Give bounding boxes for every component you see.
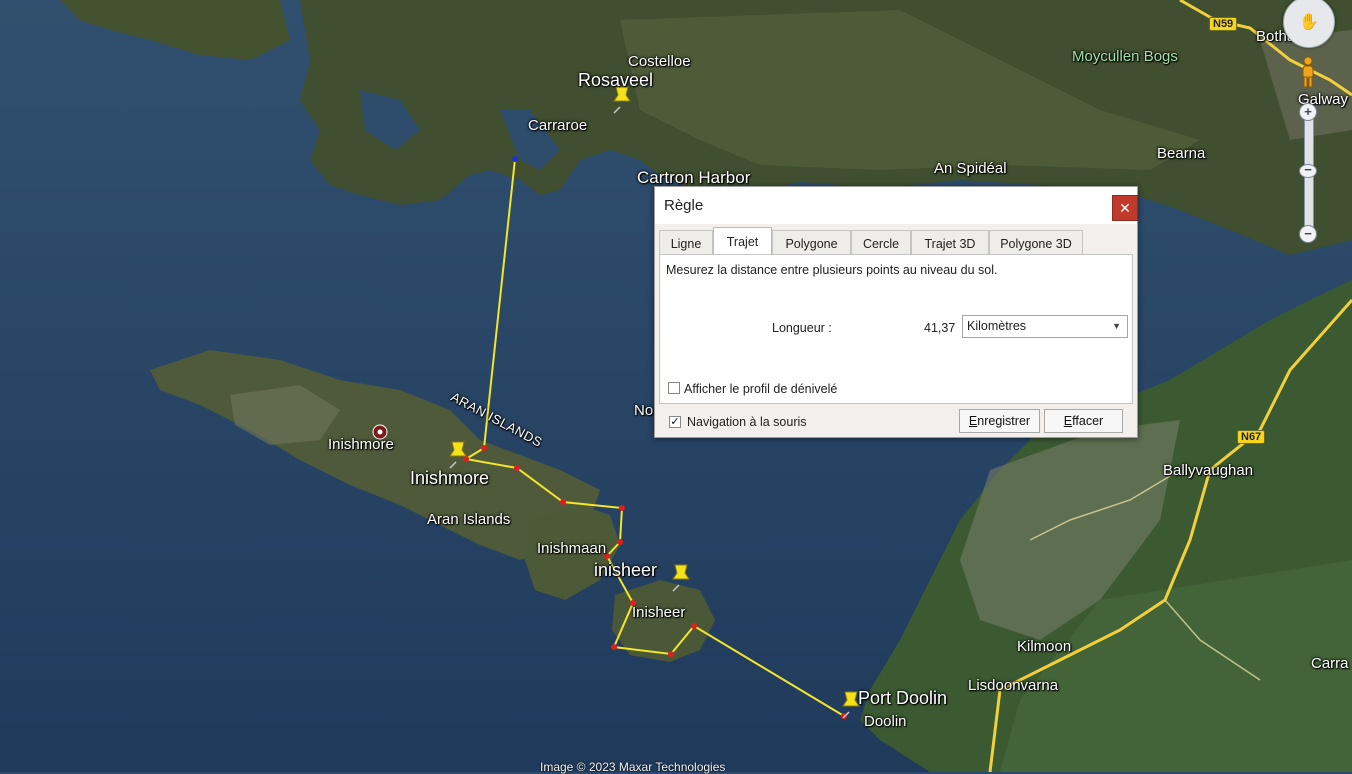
place-label-inisheer-pin: inisheer xyxy=(594,560,658,580)
dialog-titlebar[interactable]: Règle ✕ xyxy=(655,187,1138,224)
place-label-ballyvaughan: Ballyvaughan xyxy=(1163,462,1254,479)
place-label-lisdoonvarna: Lisdoonvarna xyxy=(968,677,1059,694)
elevation-profile-label[interactable]: Afficher le profil de dénivelé xyxy=(684,382,837,396)
tab-trajet-3d[interactable]: Trajet 3D xyxy=(911,230,989,254)
clear-button[interactable]: Effacer xyxy=(1044,409,1123,433)
zoom-in-button[interactable]: + xyxy=(1299,103,1317,121)
place-label-moycullen-bogs: Moycullen Bogs xyxy=(1072,48,1178,65)
chevron-down-icon: ▼ xyxy=(1112,321,1121,331)
route-start-point xyxy=(512,156,518,162)
instructions-text: Mesurez la distance entre plusieurs poin… xyxy=(666,263,998,277)
mouse-navigation-label[interactable]: Navigation à la souris xyxy=(687,415,807,429)
unit-selected-value: Kilomètres xyxy=(967,319,1027,333)
tab-ligne[interactable]: Ligne xyxy=(659,230,713,254)
place-label-inishmore-poi: Inishmore xyxy=(328,436,394,453)
place-label-cartron-harbor: Cartron Harbor xyxy=(637,168,751,187)
place-label-bearna: Bearna xyxy=(1157,145,1206,162)
unit-select[interactable]: Kilomètres ▼ xyxy=(962,315,1128,338)
zoom-slider-handle[interactable]: − xyxy=(1299,163,1317,178)
tab-panel: Mesurez la distance entre plusieurs poin… xyxy=(659,254,1133,404)
elevation-profile-checkbox[interactable] xyxy=(668,382,680,394)
place-label-costelloe: Costelloe xyxy=(628,53,691,70)
street-view-pegman-icon[interactable] xyxy=(1299,56,1317,88)
place-label-rosaveel: Rosaveel xyxy=(578,70,654,90)
zoom-out-button[interactable]: − xyxy=(1299,225,1317,243)
dialog-title: Règle xyxy=(664,197,704,214)
place-label-carraroe: Carraroe xyxy=(528,117,588,134)
save-button[interactable]: Enregistrer xyxy=(959,409,1040,433)
place-label-partial: No xyxy=(634,402,654,419)
place-label-kilmoon: Kilmoon xyxy=(1017,638,1072,655)
place-label-an-spideal: An Spidéal xyxy=(934,160,1007,177)
tab-trajet[interactable]: Trajet xyxy=(713,227,772,255)
road-shield-n59: N59 xyxy=(1209,17,1238,31)
mouse-navigation-checkbox[interactable]: ✓ xyxy=(669,416,681,428)
place-label-doolin: Doolin xyxy=(864,713,907,730)
place-label-inishmore: Inishmore xyxy=(410,468,490,488)
place-label-inisheer: Inisheer xyxy=(632,604,686,621)
tab-polygone-3d[interactable]: Polygone 3D xyxy=(989,230,1083,254)
place-label-port-doolin: Port Doolin xyxy=(858,688,948,708)
place-label-aran-islands-town: Aran Islands xyxy=(427,511,511,528)
ruler-dialog: Règle ✕ Ligne Trajet Polygone Cercle Tra… xyxy=(654,186,1138,438)
road-shield-n67: N67 xyxy=(1237,430,1266,444)
place-label-carra: Carra xyxy=(1311,655,1349,672)
close-button[interactable]: ✕ xyxy=(1112,195,1138,221)
tab-cercle[interactable]: Cercle xyxy=(851,230,911,254)
length-label: Longueur : xyxy=(772,321,832,335)
tab-polygone[interactable]: Polygone xyxy=(772,230,851,254)
length-value: 41,37 xyxy=(924,321,956,335)
place-label-inishmaan: Inishmaan xyxy=(537,540,607,557)
pan-hand-icon[interactable]: ✋ xyxy=(1299,12,1319,32)
